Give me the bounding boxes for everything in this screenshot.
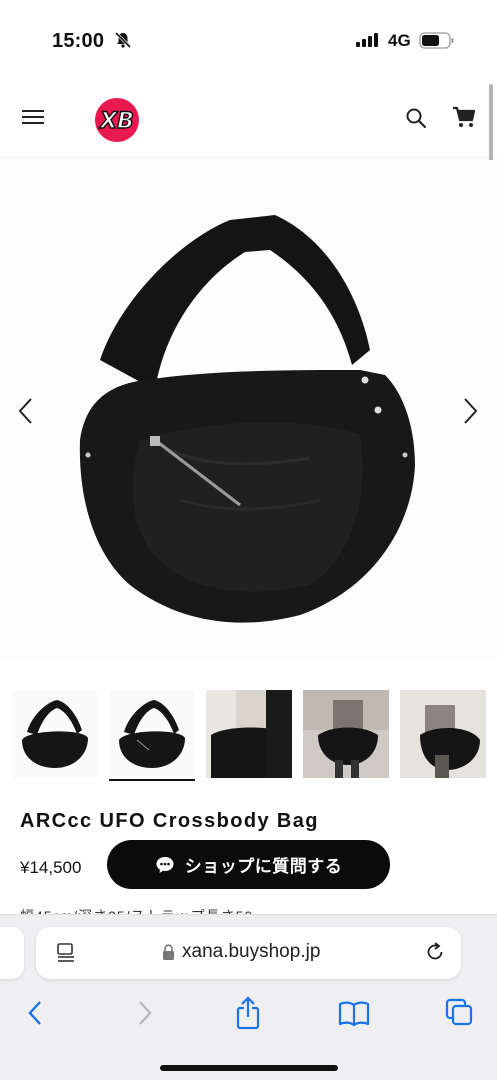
thumbnail-4[interactable] bbox=[303, 690, 389, 778]
search-icon[interactable] bbox=[405, 107, 427, 129]
address-bar[interactable]: xana.buyshop.jp bbox=[36, 927, 461, 979]
product-price: ¥14,500 bbox=[20, 858, 82, 877]
forward-button[interactable] bbox=[126, 995, 162, 1031]
tabs-icon bbox=[445, 998, 473, 1026]
browser-toolbar bbox=[0, 995, 497, 1035]
carousel-prev-icon[interactable] bbox=[14, 396, 38, 426]
status-bar: 15:00 4G bbox=[0, 0, 497, 80]
site-header: XB bbox=[0, 80, 497, 158]
thumbnail-5[interactable] bbox=[400, 690, 486, 778]
back-icon bbox=[28, 1001, 41, 1025]
bookmarks-button[interactable] bbox=[336, 995, 372, 1031]
share-icon bbox=[236, 996, 260, 1030]
carousel-next-icon[interactable] bbox=[458, 396, 482, 426]
page-menu-icon[interactable] bbox=[56, 942, 76, 964]
signal-icon bbox=[356, 33, 378, 47]
chat-bubble-icon bbox=[156, 856, 174, 873]
menu-icon[interactable] bbox=[22, 108, 46, 126]
xb-logo[interactable]: XB bbox=[94, 97, 140, 143]
home-indicator[interactable] bbox=[160, 1065, 338, 1071]
forward-icon bbox=[139, 1001, 152, 1025]
ask-shop-button-label: ショップに質問する bbox=[184, 857, 343, 876]
ask-shop-button[interactable]: ショップに質問する bbox=[107, 840, 390, 889]
svg-text:XB: XB bbox=[98, 109, 134, 134]
thumbnail-3[interactable] bbox=[206, 690, 292, 778]
network-label: 4G bbox=[388, 31, 411, 50]
tabs-button[interactable] bbox=[441, 995, 477, 1031]
browser-chrome: xana.buyshop.jp bbox=[0, 914, 497, 1080]
thumbnail-2-selected[interactable] bbox=[109, 690, 195, 778]
url-text: xana.buyshop.jp bbox=[182, 941, 321, 962]
bookmarks-icon bbox=[338, 1001, 370, 1027]
back-button[interactable] bbox=[18, 995, 54, 1031]
selected-thumbnail-indicator bbox=[109, 779, 195, 781]
product-image-carousel[interactable] bbox=[0, 160, 497, 660]
reload-icon[interactable] bbox=[424, 941, 446, 963]
battery-icon bbox=[419, 32, 454, 49]
lock-icon bbox=[163, 944, 174, 960]
product-main-image bbox=[79, 215, 415, 623]
cart-icon[interactable] bbox=[452, 106, 476, 128]
product-title: ARCcc UFO Crossbody Bag bbox=[20, 810, 319, 832]
bell-muted-icon bbox=[114, 31, 132, 49]
previous-tab-preview[interactable] bbox=[0, 927, 24, 979]
thumbnail-1[interactable] bbox=[12, 690, 98, 778]
share-button[interactable] bbox=[230, 995, 266, 1031]
status-time: 15:00 bbox=[52, 30, 105, 52]
thumbnail-strip bbox=[10, 690, 497, 782]
